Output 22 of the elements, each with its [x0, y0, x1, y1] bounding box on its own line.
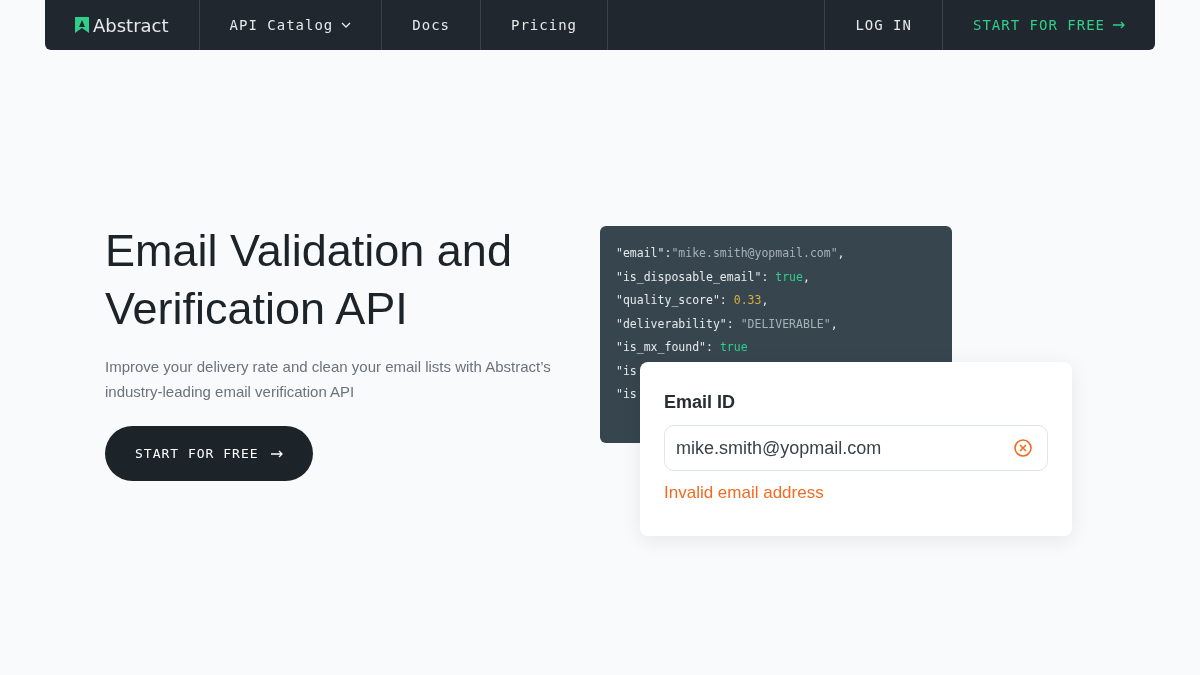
hero-title: Email Validation and Verification API	[105, 224, 513, 336]
logo-text: Abstract	[93, 14, 169, 36]
logo-icon	[75, 17, 89, 33]
email-field[interactable]: mike.smith@yopmail.com	[664, 425, 1048, 471]
nav-link[interactable]: Docs	[382, 0, 481, 50]
nav-link[interactable]: Pricing	[481, 0, 608, 50]
code-line: "quality_score": 0.33,	[616, 292, 769, 309]
code-line: "is_mx_found": true	[616, 339, 748, 356]
field-label: Email ID	[664, 392, 737, 413]
error-message: Invalid email address	[664, 483, 825, 503]
hero-subtitle: Improve your delivery rate and clean your email lists with Abstract’s industry-leading email verification API	[105, 357, 552, 402]
start-free-link[interactable]: START FOR FREE	[943, 0, 1155, 50]
code-line: "is	[616, 386, 637, 403]
code-line: "email":"mike.smith@yopmail.com",	[616, 245, 845, 262]
arrow-right-icon	[1113, 21, 1125, 29]
nav-link[interactable]: API Catalog	[199, 0, 383, 50]
code-line: "is	[616, 362, 637, 380]
login-link[interactable]: LOG IN	[825, 0, 943, 50]
start-free-button[interactable]: START FOR FREE	[105, 426, 313, 481]
code-line: "deliverability": "DELIVERABLE",	[616, 315, 838, 333]
code-line: "is_disposable_email": true,	[616, 268, 810, 286]
arrow-right-icon	[270, 449, 283, 458]
